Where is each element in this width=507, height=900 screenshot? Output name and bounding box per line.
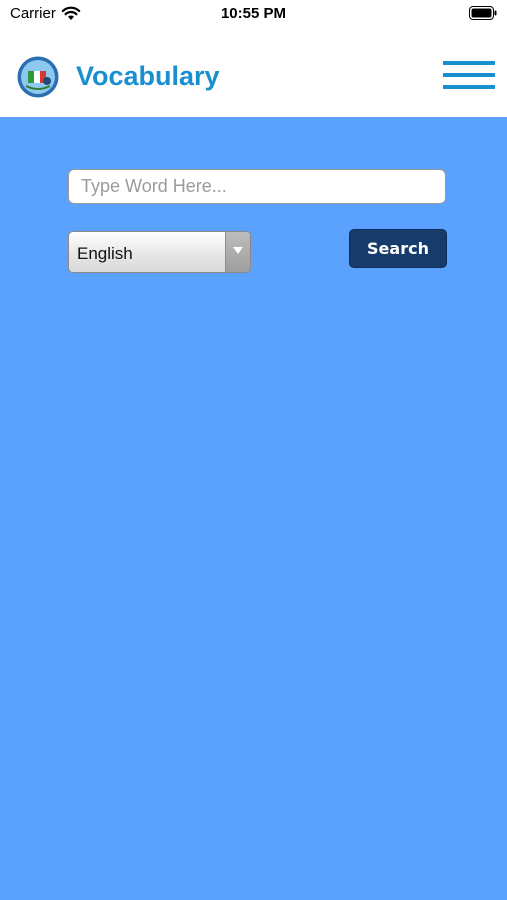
menu-bar-bottom xyxy=(443,85,495,89)
status-bar: Carrier 10:55 PM xyxy=(0,0,507,30)
menu-bar-top xyxy=(443,61,495,65)
main-content: English Search xyxy=(0,117,507,900)
battery-icon xyxy=(469,6,497,20)
search-button[interactable]: Search xyxy=(349,229,447,268)
app-logo-icon xyxy=(17,56,59,98)
clock: 10:55 PM xyxy=(220,5,287,22)
language-selected-value: English xyxy=(77,244,133,263)
select-arrow-box xyxy=(225,232,250,272)
app-title: Vocabulary xyxy=(76,61,220,91)
chevron-down-icon xyxy=(233,247,243,254)
hamburger-menu-icon[interactable] xyxy=(443,59,495,91)
language-select[interactable]: English xyxy=(68,231,251,273)
menu-bar-middle xyxy=(443,73,495,77)
app-header: Vocabulary xyxy=(0,30,507,117)
word-search-input[interactable] xyxy=(68,169,446,204)
